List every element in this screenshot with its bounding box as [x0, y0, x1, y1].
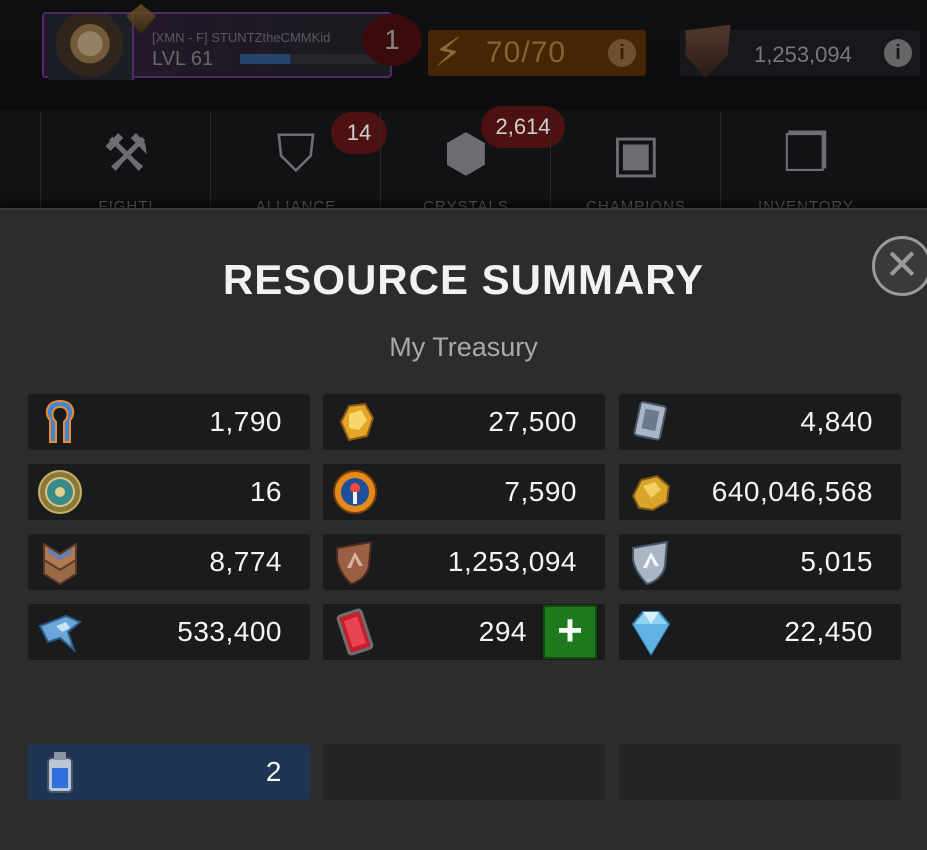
resource-value: 5,015 [800, 546, 873, 577]
resource-summary-modal: RESOURCE SUMMARY ✕ My Treasury 1,790 27,… [0, 208, 927, 850]
revive-potion-icon [32, 744, 88, 800]
resource-value: 1,253,094 [447, 546, 577, 577]
rank-shard-icon [32, 534, 88, 590]
resource-value: 8,774 [209, 546, 282, 577]
empty-slot [619, 744, 901, 800]
cavalier-shard-icon [32, 604, 88, 660]
alliance-badge: 14 [331, 112, 387, 154]
silver-shield-icon [623, 534, 679, 590]
alliance-icon: ⛉ [276, 125, 316, 183]
revive-cell[interactable]: 2 [28, 744, 310, 800]
gold-nugget-icon [623, 464, 679, 520]
resource-cell: 5,015 [619, 534, 901, 590]
resource-value: 27,500 [488, 406, 577, 437]
modal-subtitle: My Treasury [389, 332, 538, 362]
resource-value: 533,400 [177, 616, 282, 647]
add-button[interactable]: + [543, 605, 597, 659]
battlechip-icon [327, 464, 383, 520]
tab-inventory[interactable]: ❐ INVENTORY [720, 112, 890, 215]
resource-value: 640,046,568 [711, 476, 873, 507]
champion-icon: ▣ [611, 125, 661, 183]
top-hud: [XMN - F] STUNTZtheCMMKid LVL 61 1 ⚡ 70/… [0, 0, 927, 110]
main-nav: ⚒ FIGHT! ⛉ ALLIANCE 14 ⬢ CRYSTALS 2,614 … [40, 106, 890, 215]
resource-cell: 7,590 [323, 464, 605, 520]
resource-cell: 294 + [323, 604, 605, 660]
tab-champions[interactable]: ▣ CHAMPIONS [550, 112, 720, 215]
gold-crystal-shard-icon [327, 394, 383, 450]
resource-value: 2 [265, 756, 282, 787]
resource-value: 4,840 [800, 406, 873, 437]
resource-value: 22,450 [784, 616, 873, 647]
fight-icon: ⚒ [102, 125, 150, 183]
close-button[interactable]: ✕ [872, 236, 927, 296]
resource-value: 7,590 [504, 476, 577, 507]
arena-ticket-icon [623, 394, 679, 450]
tab-alliance[interactable]: ⛉ ALLIANCE 14 [210, 112, 387, 215]
resource-cell: 16 [28, 464, 310, 520]
tab-fight[interactable]: ⚒ FIGHT! [40, 112, 210, 215]
resource-cell: 27,500 [323, 394, 605, 450]
resource-cell: 1,253,094 [323, 534, 605, 590]
diamond-icon [623, 604, 679, 660]
resource-cell: 8,774 [28, 534, 310, 590]
resource-cell: 533,400 [28, 604, 310, 660]
quest-energy-icon [32, 394, 88, 450]
resource-cell: 22,450 [619, 604, 901, 660]
resource-value: 1,790 [209, 406, 282, 437]
resource-value: 16 [249, 476, 282, 507]
resource-cell: 4,840 [619, 394, 901, 450]
hud-dim-overlay [0, 0, 927, 110]
resource-cell: 640,046,568 [619, 464, 901, 520]
resource-cell: 1,790 [28, 394, 310, 450]
bronze-shield-icon [327, 534, 383, 590]
tab-crystals[interactable]: ⬢ CRYSTALS 2,614 [380, 106, 565, 215]
loyalty-coin-icon [32, 464, 88, 520]
resource-value: 294 [478, 616, 527, 647]
empty-slot [323, 744, 605, 800]
red-card-icon [327, 604, 383, 660]
modal-title: RESOURCE SUMMARY [222, 256, 705, 303]
inventory-icon: ❐ [782, 125, 830, 183]
